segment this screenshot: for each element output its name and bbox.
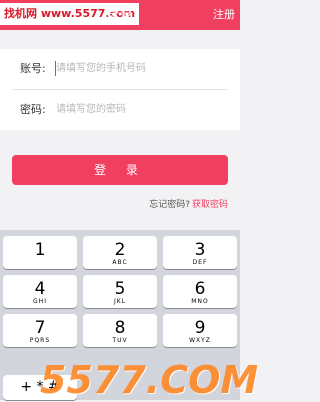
key-7[interactable]: 7 PQRS [3, 314, 77, 347]
password-input[interactable]: 请填写您的密码 [56, 103, 126, 117]
key-6[interactable]: 6 MNO [163, 275, 237, 308]
login-button[interactable]: 登 录 [12, 155, 228, 185]
login-form: 账号: 请填写您的手机号码 密码: 请填写您的密码 [0, 49, 240, 130]
key-digit: 4 [34, 279, 46, 299]
account-input[interactable]: 请填写您的手机号码 [56, 62, 146, 76]
recover-password-link[interactable]: 获取密码 [192, 200, 228, 210]
key-digit: 2 [114, 240, 126, 260]
key-letters: DEF [192, 259, 208, 266]
account-label: 账号: [20, 62, 46, 75]
key-1[interactable]: 1 [3, 236, 77, 269]
key-9[interactable]: 9 WXYZ [163, 314, 237, 347]
key-digit: 6 [194, 279, 206, 299]
password-label: 密码: [20, 103, 46, 116]
key-letters: JKL [113, 298, 127, 305]
key-5[interactable]: 5 JKL [83, 275, 157, 308]
header-bar: 找机网 www.5577.com 登录 注册 [0, 0, 240, 30]
key-letters: MNO [191, 298, 209, 305]
key-3[interactable]: 3 DEF [163, 236, 237, 269]
site-logo-watermark: 5577.COM [40, 358, 259, 402]
key-4[interactable]: 4 GHI [3, 275, 77, 308]
password-row: 密码: 请填写您的密码 [0, 90, 240, 130]
key-digit: 5 [114, 279, 126, 299]
key-letters: GHI [33, 298, 47, 305]
register-button[interactable]: 注册 [213, 7, 235, 23]
forgot-password-row: 忘记密码? 获取密码 [149, 199, 228, 211]
key-letters: TUV [112, 337, 128, 344]
key-2[interactable]: 2 ABC [83, 236, 157, 269]
key-letters: ABC [112, 259, 128, 266]
key-digit: 7 [34, 318, 46, 338]
key-digit: 9 [194, 318, 206, 338]
account-row: 账号: 请填写您的手机号码 [0, 49, 240, 90]
key-letters: PQRS [29, 337, 51, 344]
page-title: 登录 [105, 7, 133, 23]
key-letters: WXYZ [189, 337, 211, 344]
forgot-password-text: 忘记密码? [149, 200, 190, 210]
key-8[interactable]: 8 TUV [83, 314, 157, 347]
key-digit: 1 [34, 240, 46, 260]
key-digit: 8 [114, 318, 126, 338]
key-digit: 3 [194, 240, 206, 260]
